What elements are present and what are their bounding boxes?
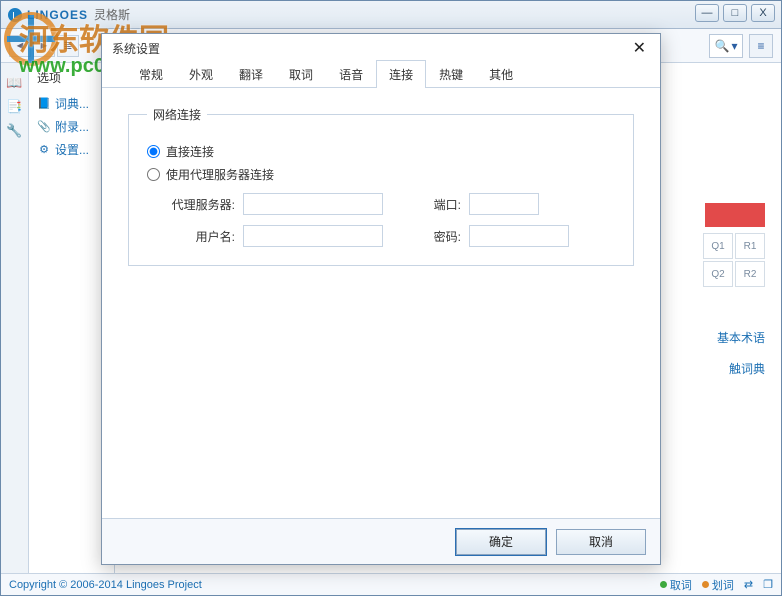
tab-voice[interactable]: 语音: [326, 60, 376, 88]
tab-connection[interactable]: 连接: [376, 60, 426, 88]
radio-proxy-label: 使用代理服务器连接: [166, 166, 274, 183]
bg-link-2[interactable]: 触词典: [717, 354, 765, 385]
radio-direct[interactable]: [147, 145, 160, 158]
statusbar: Copyright © 2006-2014 Lingoes Project 取词…: [1, 573, 781, 595]
radio-row-direct[interactable]: 直接连接: [147, 143, 615, 160]
clip-icon: 📎: [37, 120, 51, 134]
status-capture[interactable]: 取词: [660, 577, 692, 593]
tab-other[interactable]: 其他: [476, 60, 526, 88]
window-controls: — □ X: [695, 4, 775, 22]
radio-row-proxy[interactable]: 使用代理服务器连接: [147, 166, 615, 183]
sidebar-item-settings[interactable]: ⚙ 设置...: [33, 138, 110, 161]
dialog-tabstrip: 常规 外观 翻译 取词 语音 连接 热键 其他: [102, 62, 660, 88]
pass-label: 密码:: [421, 228, 461, 245]
network-fieldset: 网络连接 直接连接 使用代理服务器连接 代理服务器: 端口: 用户名:: [128, 106, 634, 266]
bg-red-block: [705, 203, 765, 227]
ok-button[interactable]: 确定: [456, 529, 546, 555]
minimize-button[interactable]: —: [695, 4, 719, 22]
gear-icon: ⚙: [37, 143, 51, 157]
port-input[interactable]: [469, 193, 539, 215]
search-icon: 🔍: [715, 39, 730, 53]
menu-icon: ≡: [757, 39, 764, 53]
radio-direct-label: 直接连接: [166, 143, 214, 160]
sidebar-item-label: 附录...: [55, 118, 89, 135]
dialog-body: 网络连接 直接连接 使用代理服务器连接 代理服务器: 端口: 用户名:: [102, 88, 660, 518]
maximize-button[interactable]: □: [723, 4, 747, 22]
settings-dialog: 系统设置 ✕ 常规 外观 翻译 取词 语音 连接 热键 其他 网络连接 直接连接…: [101, 33, 661, 565]
user-input[interactable]: [243, 225, 383, 247]
port-label: 端口:: [421, 196, 461, 213]
status-sync-icon[interactable]: ⇄: [744, 578, 753, 591]
app-subtitle: 灵格斯: [94, 6, 130, 23]
user-row: 用户名: 密码:: [169, 225, 615, 247]
dialog-title: 系统设置: [112, 40, 160, 57]
book-icon: 📘: [37, 97, 51, 111]
status-dot-orange-icon: [702, 581, 709, 588]
user-label: 用户名:: [169, 228, 235, 245]
menu-button[interactable]: ≡: [749, 34, 773, 58]
side-panel-title: 选项: [33, 69, 110, 86]
radio-proxy[interactable]: [147, 168, 160, 181]
fieldset-legend: 网络连接: [147, 106, 207, 123]
titlebar: L LINGOES 灵格斯 — □ X: [1, 1, 781, 29]
left-rail: 📖 📑 🔧: [1, 63, 29, 573]
bg-links: 基本术语 触词典: [717, 253, 765, 385]
dialog-close-button[interactable]: ✕: [629, 38, 650, 58]
rail-icon-appendix[interactable]: 📑: [5, 97, 25, 117]
dialog-button-bar: 确定 取消: [102, 518, 660, 564]
status-window-icon[interactable]: ❐: [763, 578, 773, 591]
proxy-label: 代理服务器:: [169, 196, 235, 213]
cancel-button[interactable]: 取消: [556, 529, 646, 555]
proxy-row: 代理服务器: 端口:: [169, 193, 615, 215]
copyright-text: Copyright © 2006-2014 Lingoes Project: [9, 579, 650, 591]
search-dropdown-icon: ▾: [731, 39, 737, 53]
close-button[interactable]: X: [751, 4, 775, 22]
proxy-input[interactable]: [243, 193, 383, 215]
tab-general[interactable]: 常规: [126, 60, 176, 88]
tab-hotkey[interactable]: 热键: [426, 60, 476, 88]
sidebar-item-label: 词典...: [55, 95, 89, 112]
tab-appearance[interactable]: 外观: [176, 60, 226, 88]
rail-icon-tools[interactable]: 🔧: [5, 121, 25, 141]
tab-capture[interactable]: 取词: [276, 60, 326, 88]
sidebar-item-appendix[interactable]: 📎 附录...: [33, 115, 110, 138]
status-dot-green-icon: [660, 581, 667, 588]
bg-link-1[interactable]: 基本术语: [717, 323, 765, 354]
nav-list-button[interactable]: ≣: [57, 35, 79, 57]
app-window: 河东软件园 www.pc0359.cn L LINGOES 灵格斯 — □ X …: [0, 0, 782, 596]
tab-translate[interactable]: 翻译: [226, 60, 276, 88]
sidebar-item-dict[interactable]: 📘 词典...: [33, 92, 110, 115]
dialog-titlebar: 系统设置 ✕: [102, 34, 660, 62]
pass-input[interactable]: [469, 225, 569, 247]
status-select[interactable]: 划词: [702, 577, 734, 593]
sidebar-item-label: 设置...: [55, 141, 89, 158]
search-button[interactable]: 🔍 ▾: [709, 34, 743, 58]
watermark-logo: [3, 11, 59, 67]
rail-icon-dict[interactable]: 📖: [5, 73, 25, 93]
